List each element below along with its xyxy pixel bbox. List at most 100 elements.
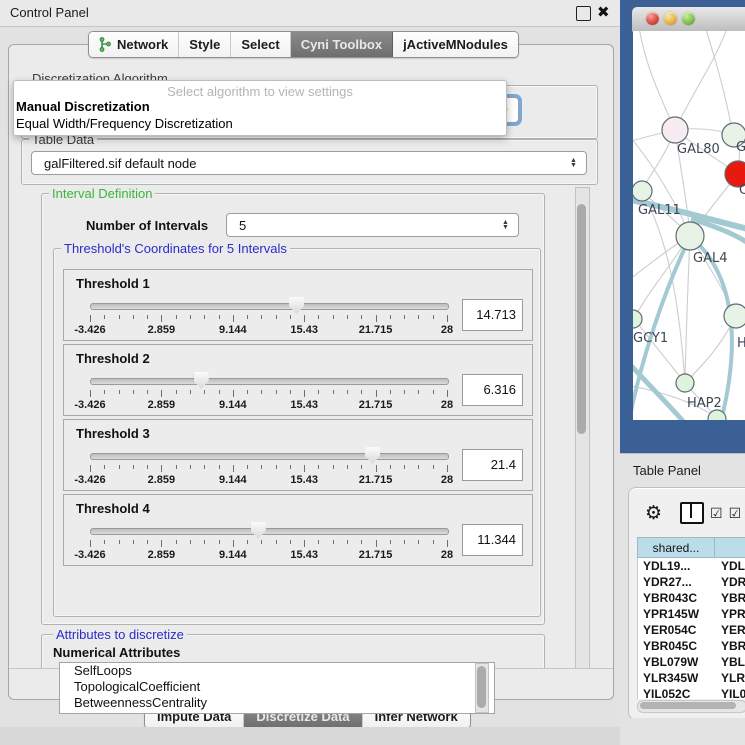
tick-mark <box>447 315 448 322</box>
zoom-traffic-light-icon[interactable] <box>682 12 695 25</box>
table-row[interactable]: YLR345WYLR3 <box>638 670 745 686</box>
number-of-intervals-combo[interactable]: 5 ▲▼ <box>226 213 519 237</box>
tick-mark <box>261 465 262 469</box>
cell-name[interactable]: YBR0 <box>714 590 745 606</box>
settings-scrollbar[interactable] <box>575 187 590 669</box>
threshold-2-value-field[interactable]: 6.316 <box>462 374 523 406</box>
cell-shared-name[interactable]: YDR27... <box>638 574 714 590</box>
threshold-2-label: Threshold 2 <box>76 351 150 366</box>
column-header-name[interactable]: na <box>715 538 745 557</box>
popup-item-manual-discretization[interactable]: Manual Discretization <box>16 99 150 114</box>
table-row[interactable]: YDR27...YDR2 <box>638 574 745 590</box>
tick-mark <box>247 465 248 469</box>
tab-network[interactable]: Network <box>89 32 179 57</box>
tick-label: 15.43 <box>290 474 318 486</box>
threshold-2-slider-thumb[interactable] <box>194 372 209 389</box>
threshold-1-value-field[interactable]: 14.713 <box>462 299 523 331</box>
tick-mark <box>233 540 234 547</box>
cell-shared-name[interactable]: YPR145W <box>638 606 714 622</box>
checkbox-icon[interactable]: ☑ <box>729 505 742 522</box>
threshold-4-slider-thumb[interactable] <box>251 522 266 539</box>
close-icon[interactable]: ✖ <box>597 6 610 19</box>
attribute-list-item[interactable]: BetweennessCentrality <box>60 695 494 711</box>
tick-mark <box>219 465 220 469</box>
tab-jactivemnodules[interactable]: jActiveMNodules <box>393 32 518 57</box>
tick-mark <box>261 390 262 394</box>
tick-mark <box>347 315 348 319</box>
table-horizontal-scrollbar[interactable] <box>637 700 745 713</box>
cell-name[interactable]: YIL0 <box>714 686 745 699</box>
threshold-1-slider-thumb[interactable] <box>289 297 304 314</box>
cell-shared-name[interactable]: YIL052C <box>638 686 714 699</box>
numerical-attributes-list[interactable]: SelfLoopsTopologicalCoefficientBetweenne… <box>59 662 495 714</box>
tick-mark <box>433 540 434 544</box>
settings-scrollbar-thumb[interactable] <box>577 204 586 434</box>
cell-shared-name[interactable]: YBL079W <box>638 654 714 670</box>
tab-cyni-toolbox[interactable]: Cyni Toolbox <box>291 32 393 57</box>
tick-mark <box>261 540 262 544</box>
tab-style[interactable]: Style <box>179 32 231 57</box>
network-canvas[interactable]: GAL80 GA C GAL11 GAL4 GCY1 H HAP2 <box>633 31 745 420</box>
threshold-3-value-field[interactable]: 21.4 <box>462 449 523 481</box>
cell-name[interactable]: YPR1 <box>714 606 745 622</box>
tick-mark <box>176 540 177 544</box>
node-gal80 <box>662 117 688 143</box>
tick-label: 15.43 <box>290 324 318 336</box>
cell-shared-name[interactable]: YDL19... <box>638 558 714 574</box>
tick-mark <box>376 390 377 397</box>
tick-label: 9.144 <box>219 474 247 486</box>
tick-mark <box>376 540 377 547</box>
cell-name[interactable]: YER0 <box>714 622 745 638</box>
tick-mark <box>119 465 120 469</box>
table-row[interactable]: YIL052CYIL0 <box>638 686 745 699</box>
float-window-icon[interactable] <box>576 6 591 21</box>
table-row[interactable]: YDL19...YDL1 <box>638 558 745 574</box>
split-pane-icon[interactable] <box>680 502 704 524</box>
cell-shared-name[interactable]: YER054C <box>638 622 714 638</box>
cell-shared-name[interactable]: YLR345W <box>638 670 714 686</box>
tick-mark <box>104 390 105 394</box>
tick-label: 9.144 <box>219 324 247 336</box>
table-hscrollbar-thumb[interactable] <box>640 702 736 709</box>
tick-mark <box>418 540 419 544</box>
label-gal80: GAL80 <box>677 142 720 157</box>
gear-icon[interactable]: ⚙ <box>645 502 662 525</box>
threshold-3-slider-thumb[interactable] <box>365 447 380 464</box>
tick-mark <box>119 540 120 544</box>
table-row[interactable]: YPR145WYPR1 <box>638 606 745 622</box>
table-data-combo[interactable]: galFiltered.sif default node ▲▼ <box>31 151 587 175</box>
minimize-traffic-light-icon[interactable] <box>664 12 677 25</box>
popup-item-equal-width-frequency[interactable]: Equal Width/Frequency Discretization <box>16 116 233 131</box>
cell-name[interactable]: YLR3 <box>714 670 745 686</box>
table-row[interactable]: YBR043CYBR0 <box>638 590 745 606</box>
tick-mark <box>333 540 334 544</box>
network-icon <box>99 37 111 52</box>
tick-mark <box>447 390 448 397</box>
column-header-shared[interactable]: shared... <box>638 538 715 557</box>
tick-mark <box>390 390 391 394</box>
close-traffic-light-icon[interactable] <box>646 12 659 25</box>
tick-mark <box>390 465 391 469</box>
cell-name[interactable]: YBL0 <box>714 654 745 670</box>
checkbox-icon[interactable]: ☑ <box>710 505 723 522</box>
cyni-toolbox-panel: Discretization Algorithm ▲▼ Select algor… <box>8 44 614 700</box>
table-row[interactable]: YBL079WYBL0 <box>638 654 745 670</box>
table-row[interactable]: YER054CYER0 <box>638 622 745 638</box>
attributes-list-scrollbar[interactable] <box>475 663 489 713</box>
attribute-list-item[interactable]: TopologicalCoefficient <box>60 679 494 695</box>
network-window-titlebar[interactable] <box>632 7 745 32</box>
tick-mark <box>347 390 348 394</box>
cell-name[interactable]: YDR2 <box>714 574 745 590</box>
table-rows[interactable]: YDL19...YDL1YDR27...YDR2YBR043CYBR0YPR14… <box>637 558 745 699</box>
cell-shared-name[interactable]: YBR045C <box>638 638 714 654</box>
attribute-list-item[interactable]: SelfLoops <box>60 663 494 679</box>
cell-name[interactable]: YDL1 <box>714 558 745 574</box>
table-row[interactable]: YBR045CYBR0 <box>638 638 745 654</box>
cell-name[interactable]: YBR0 <box>714 638 745 654</box>
tab-select[interactable]: Select <box>231 32 290 57</box>
cell-shared-name[interactable]: YBR043C <box>638 590 714 606</box>
label-gcy1: GCY1 <box>633 331 668 346</box>
tick-label: 21.715 <box>359 399 393 411</box>
tick-label: 28 <box>441 474 453 486</box>
threshold-4-value-field[interactable]: 11.344 <box>462 524 523 556</box>
